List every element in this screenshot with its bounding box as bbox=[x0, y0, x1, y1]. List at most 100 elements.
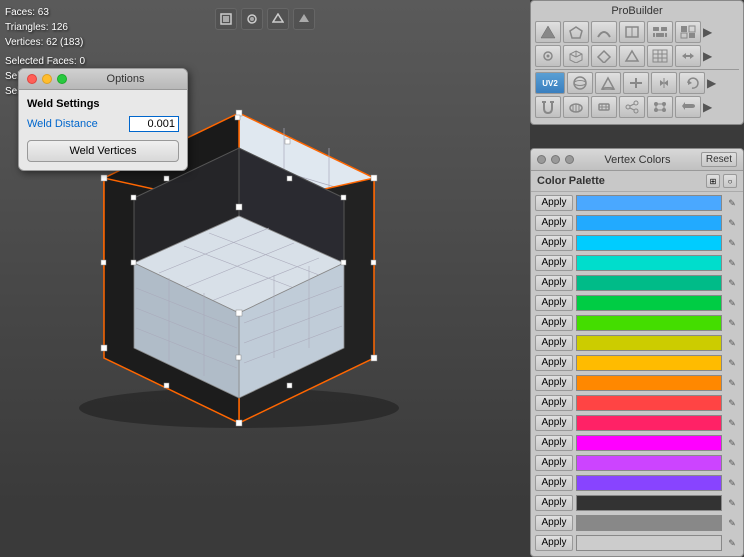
eyedropper-button-14[interactable]: ✎ bbox=[725, 475, 739, 491]
apply-button-2[interactable]: Apply bbox=[535, 235, 573, 251]
color-swatch-17[interactable] bbox=[576, 535, 722, 551]
eyedropper-button-15[interactable]: ✎ bbox=[725, 495, 739, 511]
eyedropper-button-8[interactable]: ✎ bbox=[725, 355, 739, 371]
apply-button-1[interactable]: Apply bbox=[535, 215, 573, 231]
toolbar-btn-1[interactable] bbox=[215, 8, 237, 30]
pb-btn-diamond[interactable] bbox=[591, 45, 617, 67]
pb-btn-wrench[interactable] bbox=[591, 96, 617, 118]
eyedropper-button-3[interactable]: ✎ bbox=[725, 255, 739, 271]
apply-button-17[interactable]: Apply bbox=[535, 535, 573, 551]
pb-row-1: ▶ bbox=[535, 21, 739, 43]
apply-button-5[interactable]: Apply bbox=[535, 295, 573, 311]
color-swatch-16[interactable] bbox=[576, 515, 722, 531]
vc-icon-grid[interactable]: ⊞ bbox=[706, 174, 720, 188]
color-swatch-0[interactable] bbox=[576, 195, 722, 211]
vc-tl-2[interactable] bbox=[551, 155, 560, 164]
pb-nav-right[interactable]: ▶ bbox=[703, 25, 712, 39]
eyedropper-button-9[interactable]: ✎ bbox=[725, 375, 739, 391]
pb-btn-cloud[interactable] bbox=[563, 96, 589, 118]
vc-tl-1[interactable] bbox=[537, 155, 546, 164]
eyedropper-button-11[interactable]: ✎ bbox=[725, 415, 739, 431]
pb-nav-right-4[interactable]: ▶ bbox=[703, 100, 712, 114]
eyedropper-button-5[interactable]: ✎ bbox=[725, 295, 739, 311]
vc-tl-3[interactable] bbox=[565, 155, 574, 164]
eyedropper-button-10[interactable]: ✎ bbox=[725, 395, 739, 411]
eyedropper-button-13[interactable]: ✎ bbox=[725, 455, 739, 471]
eyedropper-button-2[interactable]: ✎ bbox=[725, 235, 739, 251]
apply-button-3[interactable]: Apply bbox=[535, 255, 573, 271]
eyedropper-button-12[interactable]: ✎ bbox=[725, 435, 739, 451]
color-swatch-9[interactable] bbox=[576, 375, 722, 391]
apply-button-7[interactable]: Apply bbox=[535, 335, 573, 351]
color-swatch-5[interactable] bbox=[576, 295, 722, 311]
color-swatch-13[interactable] bbox=[576, 455, 722, 471]
eyedropper-button-1[interactable]: ✎ bbox=[725, 215, 739, 231]
color-swatch-2[interactable] bbox=[576, 235, 722, 251]
color-swatch-15[interactable] bbox=[576, 495, 722, 511]
color-swatch-7[interactable] bbox=[576, 335, 722, 351]
color-swatch-1[interactable] bbox=[576, 215, 722, 231]
pb-btn-vertices[interactable] bbox=[647, 96, 673, 118]
traffic-light-minimize[interactable] bbox=[42, 74, 52, 84]
eyedropper-button-16[interactable]: ✎ bbox=[725, 515, 739, 531]
toolbar-btn-3[interactable] bbox=[267, 8, 289, 30]
pb-btn-undo-arrow[interactable] bbox=[675, 96, 701, 118]
apply-button-15[interactable]: Apply bbox=[535, 495, 573, 511]
eyedropper-button-17[interactable]: ✎ bbox=[725, 535, 739, 551]
pb-btn-cone[interactable] bbox=[595, 72, 621, 94]
pb-btn-poly-shape[interactable] bbox=[563, 21, 589, 43]
color-swatch-8[interactable] bbox=[576, 355, 722, 371]
color-swatch-6[interactable] bbox=[576, 315, 722, 331]
color-swatch-11[interactable] bbox=[576, 415, 722, 431]
vc-reset-button[interactable]: Reset bbox=[701, 152, 737, 167]
apply-button-11[interactable]: Apply bbox=[535, 415, 573, 431]
pb-btn-new-shape[interactable] bbox=[535, 21, 561, 43]
pb-btn-grid[interactable] bbox=[647, 45, 673, 67]
pb-nav-right-2[interactable]: ▶ bbox=[703, 49, 712, 63]
eyedropper-button-0[interactable]: ✎ bbox=[725, 195, 739, 211]
apply-button-10[interactable]: Apply bbox=[535, 395, 573, 411]
pb-btn-checker[interactable] bbox=[675, 21, 701, 43]
weld-vertices-button[interactable]: Weld Vertices bbox=[27, 140, 179, 162]
apply-button-8[interactable]: Apply bbox=[535, 355, 573, 371]
pb-btn-uv2[interactable]: UV2 bbox=[535, 72, 565, 94]
apply-button-16[interactable]: Apply bbox=[535, 515, 573, 531]
pb-nav-right-3[interactable]: ▶ bbox=[707, 76, 716, 90]
pb-btn-magnet[interactable] bbox=[535, 96, 561, 118]
eyedropper-button-6[interactable]: ✎ bbox=[725, 315, 739, 331]
traffic-light-close[interactable] bbox=[27, 74, 37, 84]
traffic-light-maximize[interactable] bbox=[57, 74, 67, 84]
apply-button-14[interactable]: Apply bbox=[535, 475, 573, 491]
pb-btn-book[interactable] bbox=[619, 21, 645, 43]
pb-btn-brick[interactable] bbox=[647, 21, 673, 43]
vc-icon-settings[interactable]: ○ bbox=[723, 174, 737, 188]
pb-btn-refresh[interactable] bbox=[679, 72, 705, 94]
toolbar-btn-4[interactable] bbox=[293, 8, 315, 30]
pb-btn-cube[interactable] bbox=[563, 45, 589, 67]
apply-button-9[interactable]: Apply bbox=[535, 375, 573, 391]
eyedropper-button-4[interactable]: ✎ bbox=[725, 275, 739, 291]
color-swatch-12[interactable] bbox=[576, 435, 722, 451]
pb-btn-curve[interactable] bbox=[591, 21, 617, 43]
weld-distance-input[interactable] bbox=[129, 116, 179, 132]
pb-btn-plus[interactable] bbox=[623, 72, 649, 94]
apply-button-13[interactable]: Apply bbox=[535, 455, 573, 471]
apply-button-12[interactable]: Apply bbox=[535, 435, 573, 451]
viewport-3d[interactable]: Faces: 63 Triangles: 126 Vertices: 62 (1… bbox=[0, 0, 530, 506]
pb-btn-flip[interactable] bbox=[651, 72, 677, 94]
pb-btn-triangle-outline[interactable] bbox=[619, 45, 645, 67]
color-swatch-4[interactable] bbox=[576, 275, 722, 291]
pb-btn-sphere[interactable] bbox=[567, 72, 593, 94]
pb-btn-share[interactable] bbox=[619, 96, 645, 118]
apply-button-4[interactable]: Apply bbox=[535, 275, 573, 291]
color-row-1: Apply ✎ bbox=[535, 214, 739, 232]
color-swatch-10[interactable] bbox=[576, 395, 722, 411]
color-swatch-3[interactable] bbox=[576, 255, 722, 271]
eyedropper-button-7[interactable]: ✎ bbox=[725, 335, 739, 351]
pb-btn-settings[interactable] bbox=[535, 45, 561, 67]
color-swatch-14[interactable] bbox=[576, 475, 722, 491]
pb-btn-arrows[interactable] bbox=[675, 45, 701, 67]
toolbar-btn-2[interactable] bbox=[241, 8, 263, 30]
apply-button-0[interactable]: Apply bbox=[535, 195, 573, 211]
apply-button-6[interactable]: Apply bbox=[535, 315, 573, 331]
